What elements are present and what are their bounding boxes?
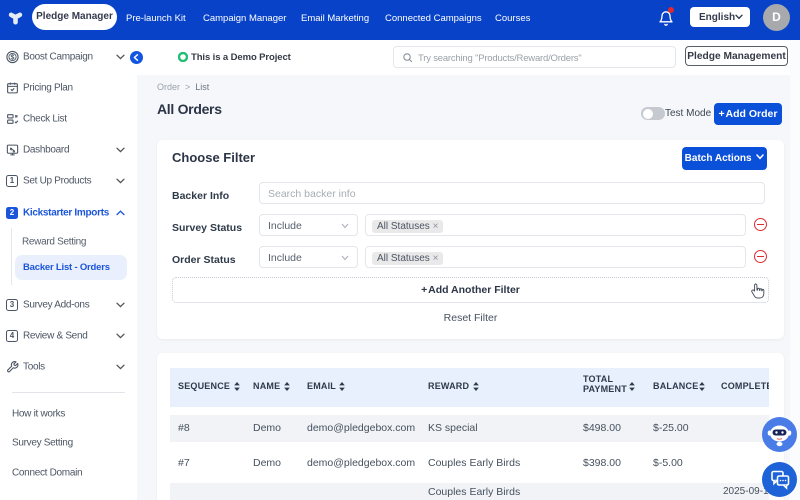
svg-text:$: $ bbox=[11, 54, 15, 61]
